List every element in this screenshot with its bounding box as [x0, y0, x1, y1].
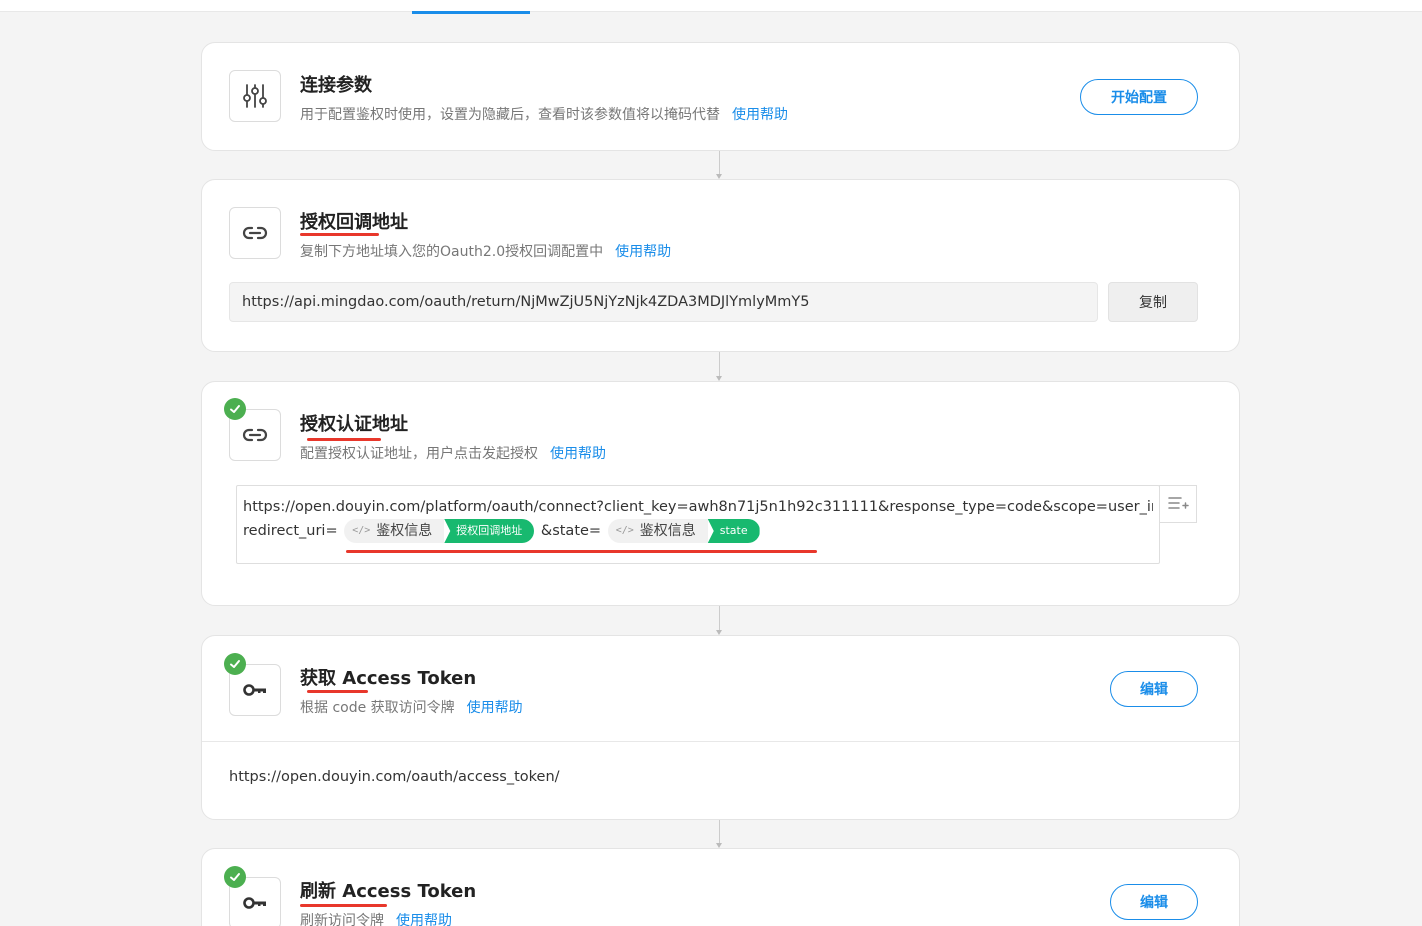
check-icon	[224, 653, 246, 675]
variable-field: state	[707, 519, 760, 543]
step-connector	[716, 151, 722, 179]
variable-tag[interactable]: </> 鉴权信息 state	[607, 519, 760, 543]
annotation-underline	[307, 438, 381, 441]
code-icon: </>	[352, 525, 371, 536]
step-connector	[716, 820, 722, 848]
help-link[interactable]: 使用帮助	[550, 446, 606, 462]
edit-button[interactable]: 编辑	[1110, 884, 1198, 920]
connection-params-card: 连接参数 用于配置鉴权时使用，设置为隐藏后，查看时该参数值将以掩码代替 使用帮助 …	[201, 42, 1240, 151]
variable-tag[interactable]: </> 鉴权信息 授权回调地址	[344, 519, 535, 543]
copy-button[interactable]: 复制	[1108, 282, 1198, 322]
link-icon	[229, 207, 281, 259]
help-link[interactable]: 使用帮助	[467, 700, 523, 716]
variable-source-label: 鉴权信息	[376, 523, 433, 539]
card-divider	[202, 741, 1239, 742]
step-title: 刷新 Access Token	[300, 881, 477, 902]
start-config-button[interactable]: 开始配置	[1080, 79, 1198, 115]
get-access-token-card: 获取 Access Token 根据 code 获取访问令牌 使用帮助 编辑 ht…	[201, 635, 1240, 820]
step-connector	[716, 606, 722, 635]
sliders-icon	[229, 70, 281, 122]
code-icon: </>	[615, 525, 634, 536]
help-link[interactable]: 使用帮助	[396, 913, 452, 926]
url-text: redirect_uri=	[243, 523, 338, 539]
active-tab-indicator	[412, 11, 530, 14]
variable-source: </> 鉴权信息	[344, 519, 445, 543]
insert-field-icon[interactable]	[1159, 485, 1197, 523]
help-link[interactable]: 使用帮助	[732, 107, 788, 123]
step-description: 刷新访问令牌 使用帮助	[300, 910, 452, 926]
annotation-underline	[300, 904, 387, 907]
help-link[interactable]: 使用帮助	[615, 244, 671, 260]
step-title: 授权认证地址	[300, 414, 408, 435]
auth-url-line-1: https://open.douyin.com/platform/oauth/c…	[243, 499, 1153, 515]
url-text: &state=	[540, 523, 602, 539]
auth-url-card: 授权认证地址 配置授权认证地址，用户点击发起授权 使用帮助 https://ope…	[201, 381, 1240, 606]
check-icon	[224, 866, 246, 888]
step-description: 用于配置鉴权时使用，设置为隐藏后，查看时该参数值将以掩码代替 使用帮助	[300, 104, 788, 124]
variable-field: 授权回调地址	[444, 519, 535, 543]
step-description-text: 用于配置鉴权时使用，设置为隐藏后，查看时该参数值将以掩码代替	[300, 107, 720, 123]
step-description: 配置授权认证地址，用户点击发起授权 使用帮助	[300, 443, 606, 463]
auth-url-line-2: redirect_uri= </> 鉴权信息 授权回调地址 &state= </> 鉴…	[243, 519, 1153, 543]
edit-button[interactable]: 编辑	[1110, 671, 1198, 707]
callback-url-card: 授权回调地址 复制下方地址填入您的Oauth2.0授权回调配置中 使用帮助 htt…	[201, 179, 1240, 352]
annotation-underline	[346, 550, 817, 553]
step-title: 授权回调地址	[300, 212, 408, 233]
step-description-text: 配置授权认证地址，用户点击发起授权	[300, 446, 538, 462]
check-icon	[224, 398, 246, 420]
refresh-access-token-card: 刷新 Access Token 刷新访问令牌 使用帮助 编辑	[201, 848, 1240, 926]
annotation-underline	[300, 233, 379, 236]
step-description-text: 刷新访问令牌	[300, 913, 384, 926]
step-title: 获取 Access Token	[300, 668, 477, 689]
callback-url-field[interactable]: https://api.mingdao.com/oauth/return/NjM…	[229, 282, 1098, 322]
step-title: 连接参数	[300, 75, 372, 96]
variable-source-label: 鉴权信息	[639, 523, 696, 539]
step-description: 复制下方地址填入您的Oauth2.0授权回调配置中 使用帮助	[300, 241, 671, 261]
top-tab-bar	[0, 0, 1422, 14]
token-endpoint-url: https://open.douyin.com/oauth/access_tok…	[229, 769, 560, 785]
variable-source: </> 鉴权信息	[607, 519, 708, 543]
annotation-underline	[307, 690, 368, 693]
step-description-text: 根据 code 获取访问令牌	[300, 700, 455, 716]
step-connector	[716, 352, 722, 381]
step-description-text: 复制下方地址填入您的Oauth2.0授权回调配置中	[300, 244, 604, 260]
step-description: 根据 code 获取访问令牌 使用帮助	[300, 697, 523, 717]
